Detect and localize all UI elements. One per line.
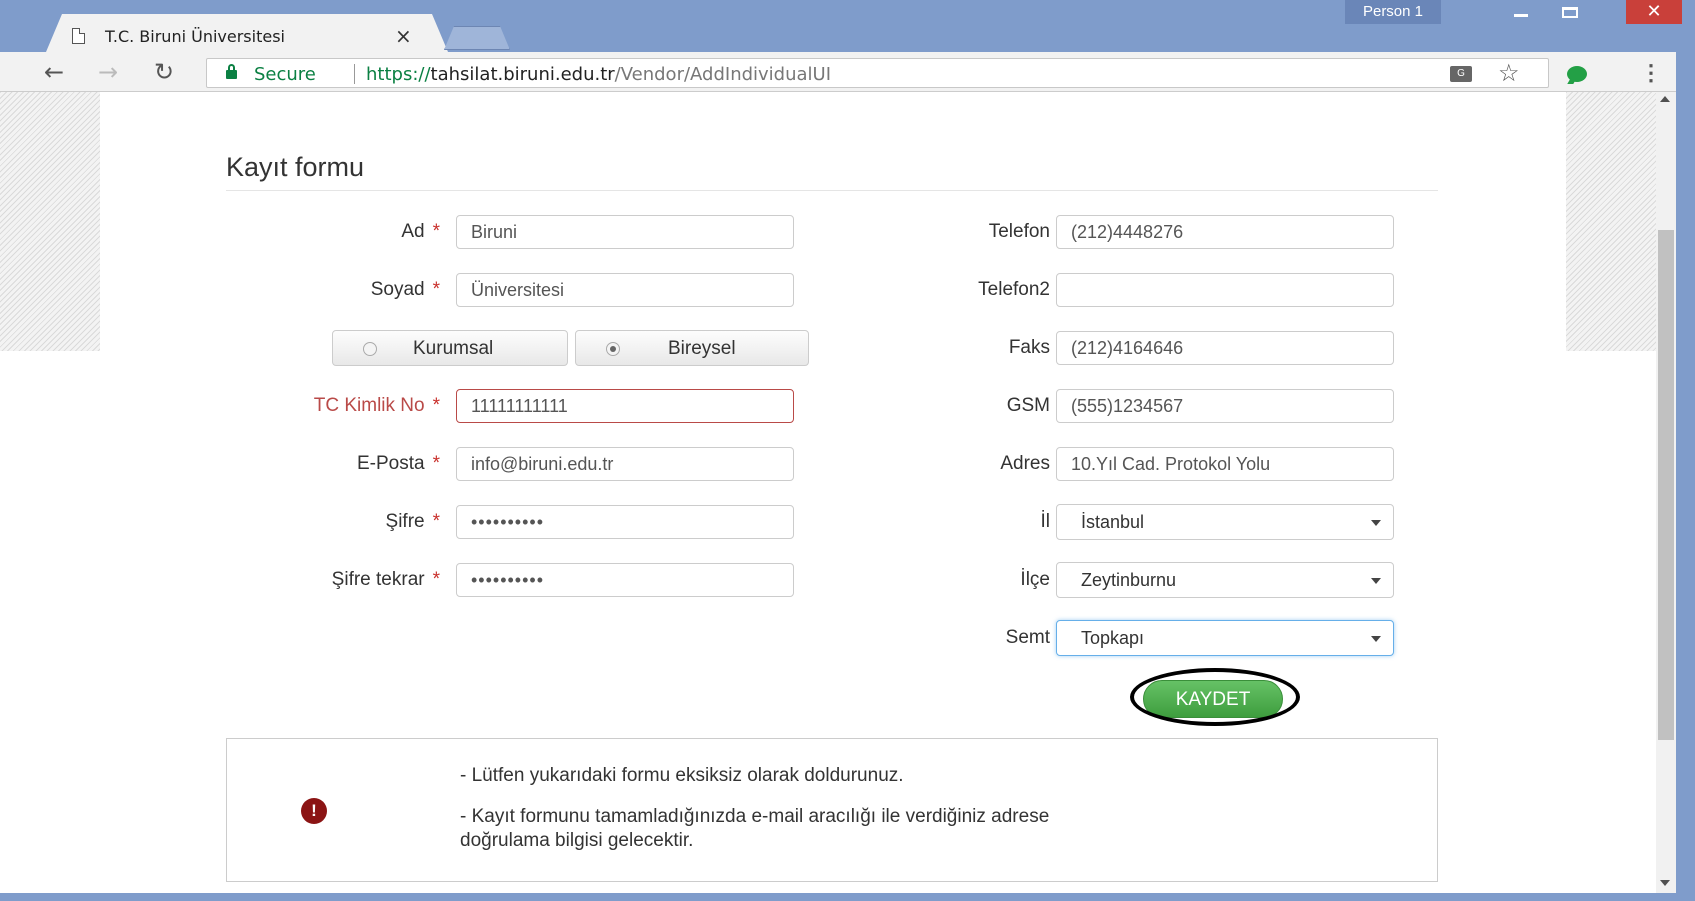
gsm-label: GSM xyxy=(1006,395,1050,416)
required-mark: * xyxy=(432,453,440,474)
profile-badge[interactable]: Person 1 xyxy=(1345,0,1441,24)
ilce-select[interactable]: Zeytinburnu xyxy=(1056,562,1394,598)
radio-kurumsal-label: Kurumsal xyxy=(413,338,494,359)
page-background-left xyxy=(0,92,100,351)
ilce-label: İlçe xyxy=(1020,569,1050,590)
info-line-3: doğrulama bilgisi gelecektir. xyxy=(460,830,694,851)
soyad-input[interactable] xyxy=(456,273,794,307)
adres-label: Adres xyxy=(1000,453,1050,474)
menu-kebab-icon[interactable]: ⋮ xyxy=(1640,60,1662,86)
chevron-down-icon xyxy=(1371,520,1381,526)
eposta-input[interactable] xyxy=(456,447,794,481)
back-arrow-icon[interactable]: ← xyxy=(44,58,64,86)
info-line-1: - Lütfen yukarıdaki formu eksiksiz olara… xyxy=(460,765,904,786)
url-host: tahsilat.biruni.edu.tr xyxy=(430,64,615,85)
sifre-tekrar-input[interactable]: •••••••••• xyxy=(456,563,794,597)
required-mark: * xyxy=(432,395,440,416)
soyad-label-text: Soyad xyxy=(370,279,425,300)
scroll-up-arrow-icon[interactable] xyxy=(1660,96,1670,102)
chevron-down-icon xyxy=(1371,578,1381,584)
chevron-down-icon xyxy=(1371,636,1381,642)
ad-input[interactable] xyxy=(456,215,794,249)
tc-label: TC Kimlik No * xyxy=(220,395,440,417)
faks-input[interactable] xyxy=(1056,331,1394,365)
page-icon xyxy=(72,28,85,44)
url-divider xyxy=(354,64,355,84)
new-tab-button[interactable] xyxy=(444,26,510,50)
scrollbar-thumb[interactable] xyxy=(1658,230,1674,740)
radio-circle xyxy=(363,342,377,356)
info-line-2: - Kayıt formunu tamamladığınızda e-mail … xyxy=(460,806,1050,827)
url-scheme: https:// xyxy=(366,64,431,85)
required-mark: * xyxy=(432,221,440,242)
ad-label-text: Ad xyxy=(401,221,425,242)
sifre-label: Şifre * xyxy=(240,511,440,533)
url-path: /Vendor/AddIndividualUI xyxy=(614,64,832,85)
secure-label: Secure xyxy=(254,64,316,85)
eposta-label: E-Posta * xyxy=(240,453,440,475)
gsm-input[interactable] xyxy=(1056,389,1394,423)
extension-chat-icon[interactable] xyxy=(1567,66,1587,82)
telefon2-label: Telefon2 xyxy=(978,279,1050,300)
semt-select-value: Topkapı xyxy=(1081,628,1145,648)
faks-label: Faks xyxy=(1008,337,1050,358)
bookmark-star-icon[interactable]: ☆ xyxy=(1498,59,1520,88)
tc-kimlik-input[interactable] xyxy=(456,389,794,423)
adres-input[interactable] xyxy=(1056,447,1394,481)
window-border-right xyxy=(1676,52,1695,901)
radio-circle-checked xyxy=(606,342,620,356)
reload-icon[interactable]: ↻ xyxy=(154,58,174,86)
close-window-icon[interactable]: ✕ xyxy=(1626,0,1682,24)
ad-label: Ad * xyxy=(240,221,440,243)
page-background-right xyxy=(1566,92,1656,351)
ilce-select-value: Zeytinburnu xyxy=(1081,570,1177,590)
minimize-icon[interactable] xyxy=(1504,0,1538,24)
form-title: Kayıt formu xyxy=(226,152,365,182)
alert-icon: ! xyxy=(301,798,327,824)
maximize-icon[interactable] xyxy=(1562,7,1578,18)
il-select-value: İstanbul xyxy=(1081,512,1145,532)
eposta-label-text: E-Posta xyxy=(357,453,425,474)
semt-select[interactable]: Topkapı xyxy=(1056,620,1394,656)
scroll-down-arrow-icon[interactable] xyxy=(1660,880,1670,886)
url-text[interactable]: https://tahsilat.biruni.edu.tr/Vendor/Ad… xyxy=(366,64,831,85)
window-border-bottom xyxy=(0,893,1695,901)
soyad-label: Soyad * xyxy=(240,279,440,301)
tc-label-text: TC Kimlik No xyxy=(313,395,425,416)
required-mark: * xyxy=(432,569,440,590)
lock-icon xyxy=(226,64,237,79)
required-mark: * xyxy=(432,279,440,300)
tab-close-icon[interactable]: × xyxy=(395,24,412,48)
il-select[interactable]: İstanbul xyxy=(1056,504,1394,540)
semt-label: Semt xyxy=(1005,627,1050,648)
sifre-tekrar-label: Şifre tekrar * xyxy=(220,569,440,591)
title-divider xyxy=(226,190,1438,191)
sifre-tekrar-label-text: Şifre tekrar xyxy=(331,569,425,590)
radio-bireysel[interactable]: Bireysel xyxy=(575,330,809,366)
sifre-label-text: Şifre xyxy=(385,511,425,532)
tab-title[interactable]: T.C. Biruni Üniversitesi xyxy=(105,27,285,46)
telefon2-input[interactable] xyxy=(1056,273,1394,307)
highlight-ellipse xyxy=(1130,668,1300,726)
forward-arrow-icon[interactable]: → xyxy=(98,58,118,86)
telefon-input[interactable] xyxy=(1056,215,1394,249)
telefon-label: Telefon xyxy=(988,221,1050,242)
radio-kurumsal[interactable]: Kurumsal xyxy=(332,330,568,366)
il-label: İl xyxy=(1040,511,1051,532)
translate-icon[interactable]: G xyxy=(1450,66,1472,82)
sifre-input[interactable]: •••••••••• xyxy=(456,505,794,539)
required-mark: * xyxy=(432,511,440,532)
radio-bireysel-label: Bireysel xyxy=(668,338,736,359)
